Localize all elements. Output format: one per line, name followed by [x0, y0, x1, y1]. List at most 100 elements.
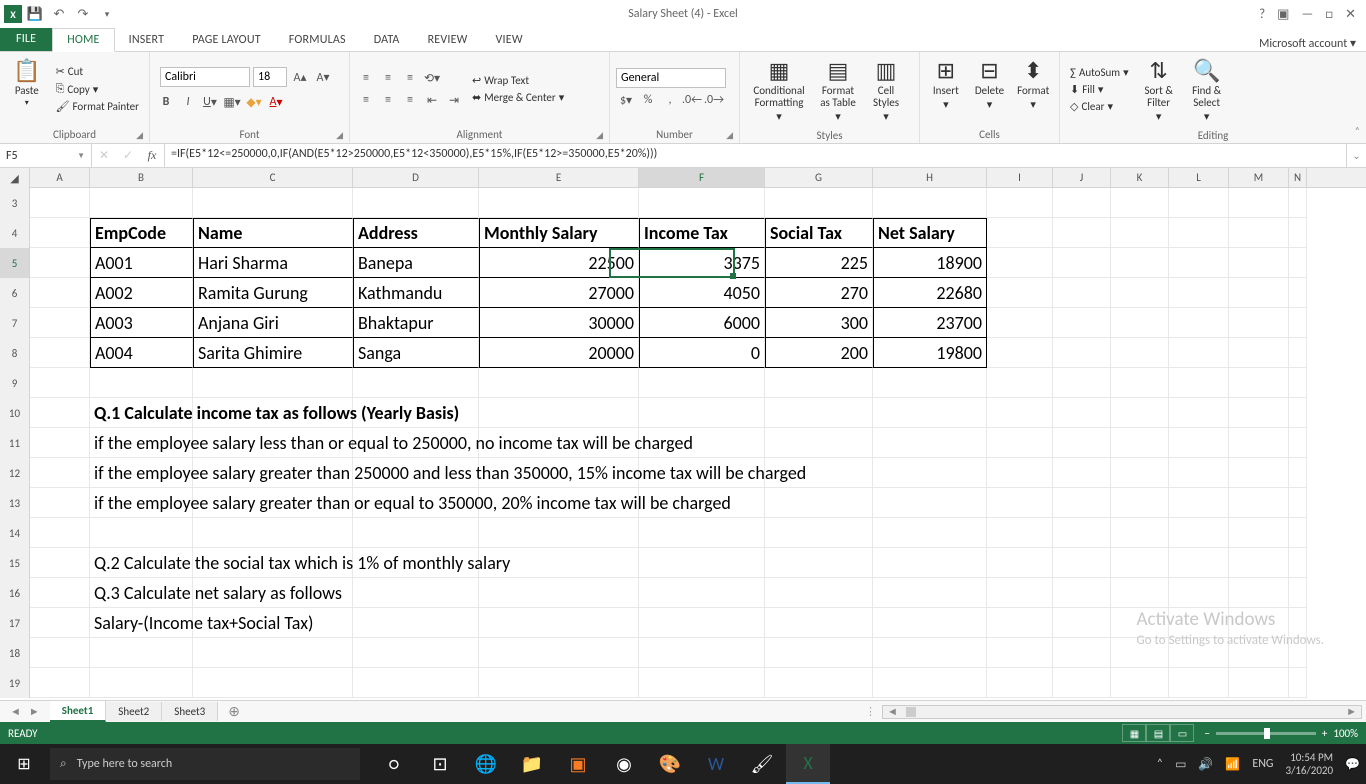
cell[interactable]: 3375: [639, 248, 765, 278]
view-normal-icon[interactable]: ▦: [1122, 724, 1146, 742]
cell[interactable]: [639, 368, 765, 398]
sort-filter-button[interactable]: ⇅Sort & Filter▾: [1137, 55, 1181, 127]
cell[interactable]: [1053, 638, 1111, 668]
cell[interactable]: [987, 638, 1053, 668]
cell[interactable]: Q.3 Calculate net salary as follows: [90, 578, 193, 608]
row-header-19[interactable]: 19: [0, 668, 30, 698]
copy-button[interactable]: ⎘Copy ▾: [52, 81, 143, 97]
cell[interactable]: [1229, 398, 1289, 428]
cell[interactable]: [1289, 188, 1307, 218]
cell[interactable]: 300: [765, 308, 873, 338]
cell[interactable]: Income Tax: [639, 218, 765, 248]
cell[interactable]: Hari Sharma: [193, 248, 353, 278]
view-page-layout-icon[interactable]: ▤: [1146, 724, 1170, 742]
cell[interactable]: Q.1 Calculate income tax as follows (Yea…: [90, 398, 193, 428]
row-header-16[interactable]: 16: [0, 578, 30, 608]
horizontal-scrollbar[interactable]: ◄►: [882, 705, 1362, 719]
col-header-c[interactable]: C: [193, 168, 353, 187]
cell[interactable]: Bhaktapur: [353, 308, 479, 338]
col-header-g[interactable]: G: [765, 168, 873, 187]
cell[interactable]: [1229, 368, 1289, 398]
minimize-icon[interactable]: —: [1301, 7, 1313, 22]
cell[interactable]: 19800: [873, 338, 987, 368]
row-header-13[interactable]: 13: [0, 488, 30, 518]
cell[interactable]: [1111, 368, 1169, 398]
percent-icon[interactable]: %: [638, 90, 658, 110]
select-all-corner[interactable]: ◢: [0, 168, 30, 188]
cell[interactable]: Address: [353, 218, 479, 248]
tab-home[interactable]: HOME: [52, 28, 114, 52]
cell[interactable]: A003: [90, 308, 193, 338]
alignment-dialog-icon[interactable]: ◢: [596, 130, 603, 141]
cell[interactable]: [30, 518, 90, 548]
cell[interactable]: [1289, 338, 1307, 368]
cell[interactable]: [987, 188, 1053, 218]
cell[interactable]: [479, 518, 639, 548]
cell[interactable]: 22500: [479, 248, 639, 278]
tab-formulas[interactable]: FORMULAS: [275, 29, 360, 51]
cell[interactable]: [1169, 278, 1229, 308]
cell[interactable]: [1289, 518, 1307, 548]
cell[interactable]: [1169, 248, 1229, 278]
cell[interactable]: 270: [765, 278, 873, 308]
number-format-select[interactable]: [616, 68, 726, 88]
cell[interactable]: [1229, 248, 1289, 278]
xampp-icon[interactable]: ▣: [556, 744, 600, 784]
tab-insert[interactable]: INSERT: [115, 29, 179, 51]
row-header-18[interactable]: 18: [0, 638, 30, 668]
cell[interactable]: [1111, 278, 1169, 308]
cell[interactable]: Kathmandu: [353, 278, 479, 308]
cell[interactable]: [30, 278, 90, 308]
cell[interactable]: [765, 188, 873, 218]
cell[interactable]: [1053, 248, 1111, 278]
border-button[interactable]: ▦▾: [222, 92, 242, 112]
zoom-out-icon[interactable]: −: [1204, 727, 1209, 740]
cell[interactable]: [1289, 668, 1307, 698]
cell[interactable]: [1229, 188, 1289, 218]
cell[interactable]: EmpCode: [90, 218, 193, 248]
cell[interactable]: [30, 488, 90, 518]
cell[interactable]: [873, 368, 987, 398]
cell[interactable]: Banepa: [353, 248, 479, 278]
cell[interactable]: [1229, 518, 1289, 548]
cell-styles-button[interactable]: ▥Cell Styles▾: [864, 55, 908, 127]
row-header-7[interactable]: 7: [0, 308, 30, 338]
align-center-icon[interactable]: ≡: [378, 90, 398, 110]
col-header-n[interactable]: N: [1289, 168, 1307, 187]
cell[interactable]: Sarita Ghimire: [193, 338, 353, 368]
cell[interactable]: [1053, 668, 1111, 698]
cell[interactable]: [639, 518, 765, 548]
cortana-icon[interactable]: ○: [372, 744, 416, 784]
cell[interactable]: [765, 518, 873, 548]
file-explorer-icon[interactable]: 📁: [510, 744, 554, 784]
cell[interactable]: [987, 278, 1053, 308]
cell[interactable]: [90, 188, 193, 218]
cell[interactable]: [873, 638, 987, 668]
cell[interactable]: [353, 188, 479, 218]
row-header-4[interactable]: 4: [0, 218, 30, 248]
row-header-17[interactable]: 17: [0, 608, 30, 638]
cell[interactable]: [193, 638, 353, 668]
format-cells-button[interactable]: ⬍Format▾: [1013, 55, 1053, 115]
wrap-text-button[interactable]: ↩Wrap Text: [468, 73, 568, 88]
cell[interactable]: [1111, 518, 1169, 548]
col-header-a[interactable]: A: [30, 168, 90, 187]
col-header-l[interactable]: L: [1169, 168, 1229, 187]
tray-battery-icon[interactable]: ▭: [1175, 757, 1186, 772]
cell[interactable]: Name: [193, 218, 353, 248]
number-dialog-icon[interactable]: ◢: [726, 130, 733, 141]
cell[interactable]: [479, 188, 639, 218]
cell[interactable]: if the employee salary greater than or e…: [90, 488, 193, 518]
cell[interactable]: [1169, 518, 1229, 548]
cell[interactable]: A002: [90, 278, 193, 308]
cell[interactable]: [30, 458, 90, 488]
cell[interactable]: [1111, 218, 1169, 248]
cell[interactable]: if the employee salary greater than 2500…: [90, 458, 193, 488]
close-icon[interactable]: ✕: [1345, 7, 1356, 22]
cell[interactable]: Q.2 Calculate the social tax which is 1%…: [90, 548, 193, 578]
cell[interactable]: [1111, 668, 1169, 698]
cell[interactable]: [1169, 368, 1229, 398]
cell[interactable]: [987, 668, 1053, 698]
sheet-tab-1[interactable]: Sheet1: [50, 701, 107, 722]
cell[interactable]: if the employee salary less than or equa…: [90, 428, 193, 458]
